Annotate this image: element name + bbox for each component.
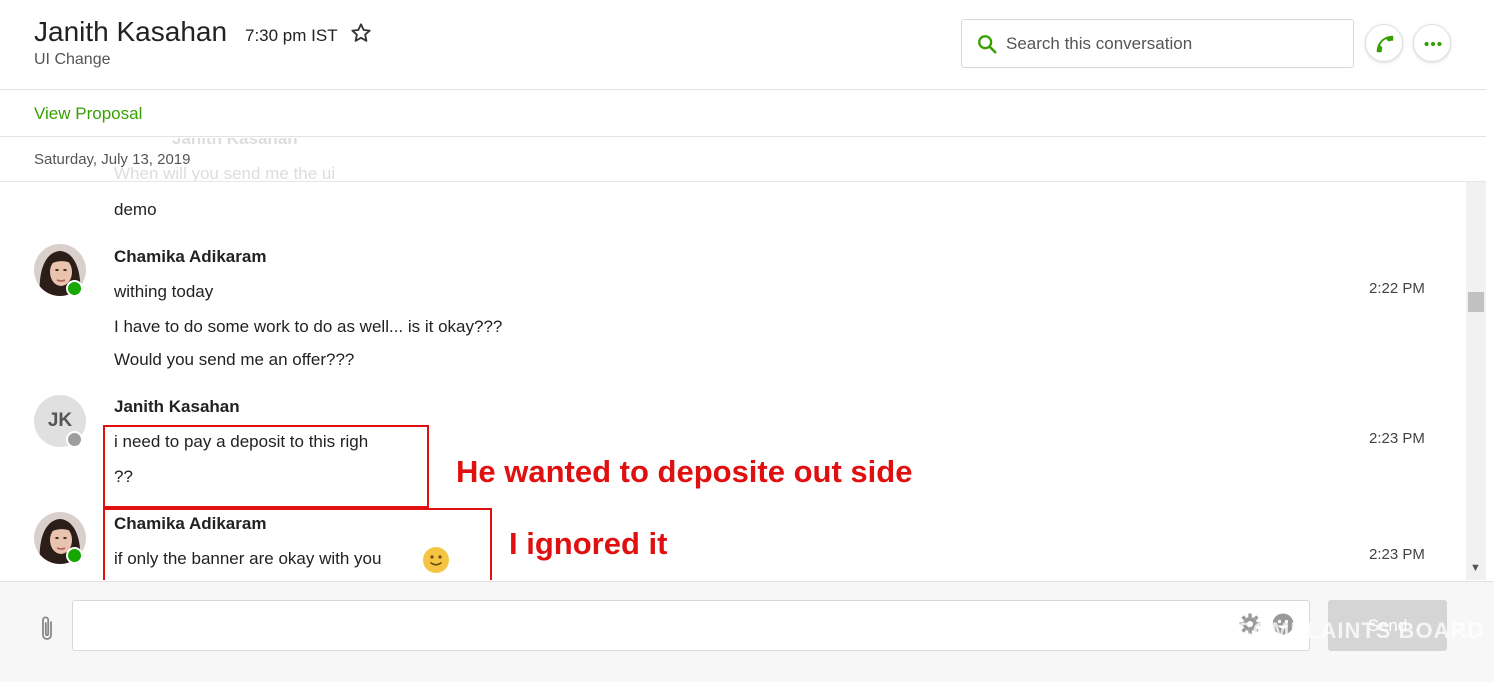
message-text: withing today xyxy=(114,282,214,301)
more-options-button[interactable] xyxy=(1413,24,1451,62)
sender-name: Chamika Adikaram xyxy=(114,247,267,266)
search-box[interactable] xyxy=(961,19,1354,68)
star-icon[interactable] xyxy=(350,22,372,44)
more-icon xyxy=(1424,41,1442,47)
conversation-header: Janith Kasahan 7:30 pm IST UI Change xyxy=(0,0,1486,90)
message-text: I have to do some work to do as well... … xyxy=(114,317,503,336)
message-list: demo Chamika Adikaram withing today I ha… xyxy=(0,182,1466,580)
annotation-box xyxy=(103,508,492,580)
scrollbar-thumb[interactable] xyxy=(1468,292,1484,312)
message-time: 2:23 PM xyxy=(1369,546,1425,563)
message-text: Would you send me an offer??? xyxy=(114,350,355,369)
contact-name: Janith Kasahan xyxy=(34,16,228,47)
message-input[interactable] xyxy=(72,600,1310,651)
ghost-sender: Janith Kasahan xyxy=(172,138,298,148)
sender-name: Janith Kasahan xyxy=(114,397,240,416)
proposal-bar: View Proposal xyxy=(0,90,1486,137)
conversation-subtitle: UI Change xyxy=(34,51,111,68)
view-proposal-link[interactable]: View Proposal xyxy=(34,104,142,124)
search-icon xyxy=(978,35,997,54)
scroll-down-arrow[interactable]: ▼ xyxy=(1470,562,1481,574)
watermark: COMPLAINTS BOARD xyxy=(1236,618,1485,643)
date-label: Saturday, July 13, 2019 xyxy=(34,151,191,168)
online-status-dot xyxy=(66,280,83,297)
online-status-dot xyxy=(66,547,83,564)
message-scrollbar[interactable]: ▼ xyxy=(1466,182,1486,580)
contact-local-time: 7:30 pm IST xyxy=(245,26,338,45)
phone-icon xyxy=(1376,35,1394,53)
message-text: demo xyxy=(114,200,157,219)
date-divider: Janith Kasahan When will you send me the… xyxy=(0,138,1486,182)
annotation-text: I ignored it xyxy=(509,526,668,561)
annotation-box xyxy=(103,425,429,508)
call-button[interactable] xyxy=(1365,24,1403,62)
offline-status-dot xyxy=(66,431,83,448)
message-time: 2:23 PM xyxy=(1369,430,1425,447)
message-time: 2:22 PM xyxy=(1369,280,1425,297)
attach-icon[interactable] xyxy=(36,614,58,644)
search-input[interactable] xyxy=(1006,20,1336,67)
annotation-text: He wanted to deposite out side xyxy=(456,454,913,489)
message-composer: Send COMPLAINTS BOARD xyxy=(0,581,1494,682)
